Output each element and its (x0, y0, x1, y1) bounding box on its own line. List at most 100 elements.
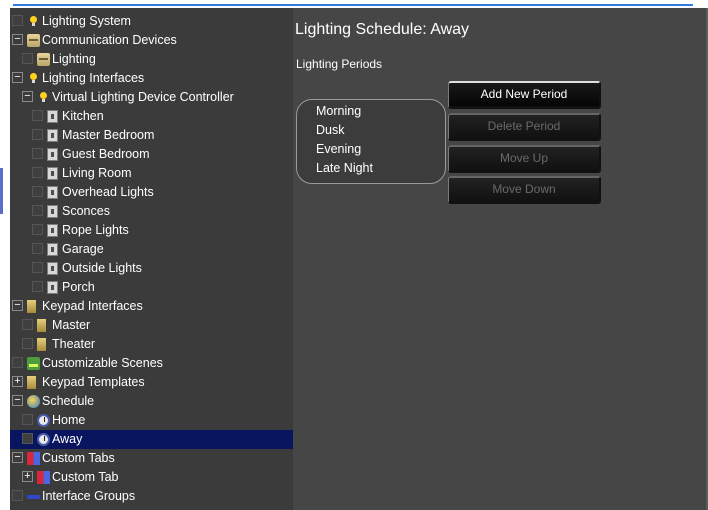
tree-checkbox[interactable] (32, 224, 43, 235)
tree-item-interface-groups[interactable]: Interface Groups (10, 487, 293, 506)
tree-item-porch[interactable]: Porch (10, 278, 293, 297)
collapse-toggle[interactable]: − (12, 452, 23, 463)
tree-checkbox[interactable] (32, 281, 43, 292)
tree-checkbox[interactable] (12, 15, 23, 26)
bulb-icon (27, 72, 40, 85)
page-title: Lighting Schedule: Away (295, 21, 470, 38)
tree-item-communication-devices[interactable]: − Communication Devices (10, 31, 293, 50)
tree-item-lighting-system[interactable]: Lighting System (10, 12, 293, 31)
tree-item-sconces[interactable]: Sconces (10, 202, 293, 221)
tree-checkbox[interactable] (32, 110, 43, 121)
tree-item-label: Keypad Interfaces (42, 299, 143, 313)
light-device-icon (47, 205, 58, 218)
tree-item-label: Schedule (42, 394, 95, 408)
tree-item-living-room[interactable]: Living Room (10, 164, 293, 183)
tree-item-lighting-interfaces[interactable]: − Lighting Interfaces (10, 69, 293, 88)
tree-item-garage[interactable]: Garage (10, 240, 293, 259)
light-device-icon (47, 167, 58, 180)
tree-item-overhead-lights[interactable]: Overhead Lights (10, 183, 293, 202)
tree-item-theater[interactable]: Theater (10, 335, 293, 354)
tree-checkbox[interactable] (22, 338, 33, 349)
custom-tabs-icon (27, 452, 40, 465)
tree-item-label: Lighting (52, 52, 96, 66)
top-border (0, 0, 708, 7)
tree-item-label: Custom Tab (52, 470, 119, 484)
collapse-toggle[interactable]: − (12, 395, 23, 406)
tree-item-outside-lights[interactable]: Outside Lights (10, 259, 293, 278)
lighting-periods-list[interactable]: Morning Dusk Evening Late Night (296, 99, 446, 184)
comm-device-icon (37, 53, 50, 66)
clock-icon (37, 433, 50, 446)
window-edge-marker (0, 168, 3, 214)
tree-item-master-bedroom[interactable]: Master Bedroom (10, 126, 293, 145)
period-item[interactable]: Evening (316, 142, 361, 156)
period-item[interactable]: Morning (316, 104, 361, 118)
tree-item-lighting[interactable]: Lighting (10, 50, 293, 69)
tree-checkbox[interactable] (22, 414, 33, 425)
light-device-icon (47, 148, 58, 161)
tree-item-rope-lights[interactable]: Rope Lights (10, 221, 293, 240)
interface-groups-icon (27, 495, 40, 499)
tree-checkbox[interactable] (22, 53, 33, 64)
tree-item-virtual-lighting-device-controller[interactable]: − Virtual Lighting Device Controller (10, 88, 293, 107)
accent-line (13, 4, 693, 6)
collapse-toggle[interactable]: − (12, 72, 23, 83)
scenes-icon (27, 357, 40, 370)
tree-item-label: Custom Tabs (42, 451, 115, 465)
tree-checkbox[interactable] (32, 129, 43, 140)
tree-checkbox[interactable] (32, 167, 43, 178)
keypad-icon (37, 319, 46, 332)
tree-item-away[interactable]: Away (10, 430, 293, 449)
tree-item-customizable-scenes[interactable]: Customizable Scenes (10, 354, 293, 373)
move-down-button[interactable]: Move Down (448, 176, 601, 204)
move-up-button[interactable]: Move Up (448, 145, 601, 173)
collapse-toggle[interactable]: − (22, 91, 33, 102)
tree-checkbox[interactable] (22, 319, 33, 330)
lighting-periods-label: Lighting Periods (296, 57, 383, 71)
clock-icon (37, 414, 50, 427)
tree-item-kitchen[interactable]: Kitchen (10, 107, 293, 126)
tree-checkbox[interactable] (12, 490, 23, 501)
light-device-icon (47, 262, 58, 275)
tree-item-custom-tabs[interactable]: − Custom Tabs (10, 449, 293, 468)
tree-item-label: Master (52, 318, 91, 332)
tree-checkbox[interactable] (32, 205, 43, 216)
collapse-toggle[interactable]: − (12, 300, 23, 311)
tree-item-label: Virtual Lighting Device Controller (52, 90, 234, 104)
delete-period-button[interactable]: Delete Period (448, 113, 601, 141)
tree-item-keypad-interfaces[interactable]: − Keypad Interfaces (10, 297, 293, 316)
tree-item-label: Outside Lights (62, 261, 142, 275)
tree-checkbox[interactable] (32, 186, 43, 197)
period-item[interactable]: Dusk (316, 123, 344, 137)
navigation-tree[interactable]: Lighting System − Communication Devices Lig… (10, 8, 293, 510)
tree-item-label: Master Bedroom (62, 128, 155, 142)
tree-checkbox[interactable] (32, 262, 43, 273)
tree-item-label: Porch (62, 280, 95, 294)
tree-item-home[interactable]: Home (10, 411, 293, 430)
tree-item-custom-tab[interactable]: + Custom Tab (10, 468, 293, 487)
tree-checkbox[interactable] (32, 243, 43, 254)
schedule-globe-icon (27, 395, 40, 408)
keypad-icon (37, 338, 46, 351)
expand-toggle[interactable]: + (12, 376, 23, 387)
tree-item-keypad-templates[interactable]: + Keypad Templates (10, 373, 293, 392)
tree-item-label: Guest Bedroom (62, 147, 150, 161)
tree-item-label: Kitchen (62, 109, 104, 123)
keypad-icon (27, 376, 36, 389)
tree-checkbox[interactable] (12, 357, 23, 368)
tree-item-label: Theater (52, 337, 96, 351)
collapse-toggle[interactable]: − (12, 34, 23, 45)
tree-item-label: Lighting Interfaces (42, 71, 145, 85)
add-new-period-button[interactable]: Add New Period (448, 81, 601, 109)
tree-item-schedule[interactable]: − Schedule (10, 392, 293, 411)
tree-item-master[interactable]: Master (10, 316, 293, 335)
tree-checkbox[interactable] (32, 148, 43, 159)
light-device-icon (47, 129, 58, 142)
keypad-icon (27, 300, 36, 313)
tree-item-guest-bedroom[interactable]: Guest Bedroom (10, 145, 293, 164)
tree-item-label: Garage (62, 242, 104, 256)
expand-toggle[interactable]: + (22, 471, 33, 482)
tree-checkbox[interactable] (22, 433, 33, 444)
period-item[interactable]: Late Night (316, 161, 373, 175)
tree-item-label: Communication Devices (42, 33, 177, 47)
